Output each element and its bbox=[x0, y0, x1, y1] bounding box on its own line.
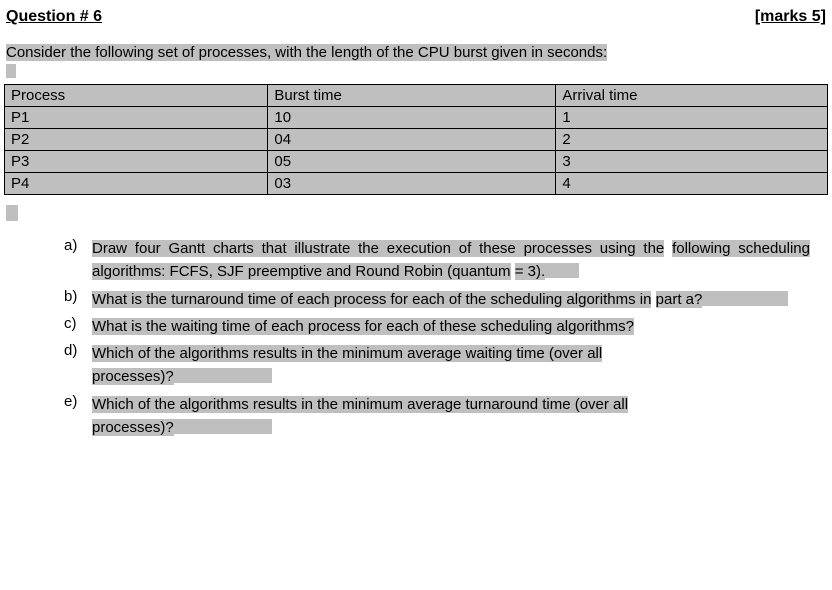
cell-process: P1 bbox=[5, 107, 268, 129]
process-table: Process Burst time Arrival time P1 10 1 … bbox=[4, 84, 828, 195]
highlight-tail bbox=[6, 205, 18, 221]
cell-burst: 04 bbox=[268, 129, 556, 151]
table-row: P2 04 2 bbox=[5, 129, 828, 151]
cell-arrival: 2 bbox=[556, 129, 828, 151]
subparts-list: a) Draw four Gantt charts that illustrat… bbox=[4, 237, 828, 439]
table-row: P1 10 1 bbox=[5, 107, 828, 129]
part-d: d) Which of the algorithms results in th… bbox=[64, 342, 810, 389]
cell-arrival: 3 bbox=[556, 151, 828, 173]
part-label: b) bbox=[64, 288, 92, 305]
part-body: What is the turnaround time of each proc… bbox=[92, 288, 810, 311]
part-body: Draw four Gantt charts that illustrate t… bbox=[92, 237, 810, 284]
part-e: e) Which of the algorithms results in th… bbox=[64, 393, 810, 440]
marks-label: [marks 5] bbox=[755, 8, 826, 26]
part-body: Which of the algorithms results in the m… bbox=[92, 342, 810, 389]
part-body: Which of the algorithms results in the m… bbox=[92, 393, 810, 440]
header-process: Process bbox=[5, 85, 268, 107]
part-a: a) Draw four Gantt charts that illustrat… bbox=[64, 237, 810, 284]
header-burst: Burst time bbox=[268, 85, 556, 107]
part-label: d) bbox=[64, 342, 92, 359]
part-body: What is the waiting time of each process… bbox=[92, 315, 810, 338]
question-header: Question # 6 [marks 5] bbox=[4, 8, 828, 26]
question-number: Question # 6 bbox=[6, 8, 102, 26]
intro-text: Consider the following set of processes,… bbox=[4, 44, 828, 78]
part-c: c) What is the waiting time of each proc… bbox=[64, 315, 810, 338]
cell-arrival: 1 bbox=[556, 107, 828, 129]
part-b: b) What is the turnaround time of each p… bbox=[64, 288, 810, 311]
cell-process: P4 bbox=[5, 173, 268, 195]
cell-arrival: 4 bbox=[556, 173, 828, 195]
part-label: a) bbox=[64, 237, 92, 254]
part-label: e) bbox=[64, 393, 92, 410]
cell-burst: 03 bbox=[268, 173, 556, 195]
table-row: P3 05 3 bbox=[5, 151, 828, 173]
cell-process: P2 bbox=[5, 129, 268, 151]
header-arrival: Arrival time bbox=[556, 85, 828, 107]
table-row: P4 03 4 bbox=[5, 173, 828, 195]
table-header-row: Process Burst time Arrival time bbox=[5, 85, 828, 107]
cell-process: P3 bbox=[5, 151, 268, 173]
part-label: c) bbox=[64, 315, 92, 332]
cell-burst: 05 bbox=[268, 151, 556, 173]
cell-burst: 10 bbox=[268, 107, 556, 129]
